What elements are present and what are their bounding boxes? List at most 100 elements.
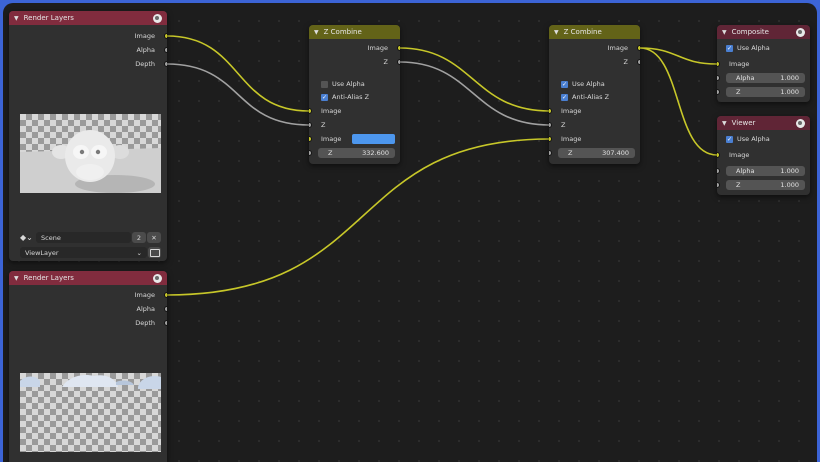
folder-icon[interactable] xyxy=(148,247,161,258)
chevron-down-icon[interactable]: ▼ xyxy=(14,275,19,282)
image-input-socket[interactable] xyxy=(309,136,312,142)
z-input-socket[interactable] xyxy=(549,122,552,128)
link-zc1-z-to-zc2-z[interactable] xyxy=(399,61,550,126)
checkbox[interactable]: ✓ xyxy=(726,135,733,143)
alpha-input-socket[interactable] xyxy=(717,168,720,174)
depth-output-socket[interactable] xyxy=(164,320,167,326)
image-input-socket[interactable] xyxy=(549,108,552,114)
chevron-down-icon[interactable]: ▼ xyxy=(554,29,559,36)
field-label: Z xyxy=(568,149,573,157)
z-input-socket[interactable] xyxy=(717,89,720,95)
chevron-down-icon[interactable]: ▼ xyxy=(722,29,727,36)
z-input-socket[interactable] xyxy=(309,122,312,128)
socket-label: Image xyxy=(729,151,750,159)
scene-name: Scene xyxy=(41,233,61,242)
output-alpha: Alpha xyxy=(9,303,167,315)
checkbox-label: Use Alpha xyxy=(737,135,770,143)
scene-users-count[interactable]: 2 xyxy=(132,232,146,243)
z-value-input-socket[interactable] xyxy=(309,150,312,156)
render-layers-node-1[interactable]: ▼ Render Layers Image Alpha Depth ◆⌄ Sce… xyxy=(9,11,167,261)
z-output-socket[interactable] xyxy=(397,59,400,65)
use-alpha-checkbox[interactable]: Use Alpha xyxy=(309,78,400,90)
composite-node[interactable]: ▼ Composite ✓ Use Alpha Image Alpha 1.00… xyxy=(717,25,810,102)
render-layers-node-2[interactable]: ▼ Render Layers Image Alpha Depth xyxy=(9,271,167,462)
z-value-field[interactable]: Z 332.600 xyxy=(318,148,395,158)
checkbox[interactable]: ✓ xyxy=(561,80,568,88)
users-count: 2 xyxy=(136,233,142,242)
globe-icon[interactable] xyxy=(796,27,805,37)
image-output-socket[interactable] xyxy=(164,292,167,298)
socket-label: Image xyxy=(134,291,155,299)
socket-label: Z xyxy=(383,58,388,66)
output-z: Z xyxy=(549,56,640,68)
node-title: Z Combine xyxy=(563,28,602,36)
alpha-input-socket[interactable] xyxy=(717,75,720,81)
close-icon[interactable]: ✕ xyxy=(147,232,161,243)
output-z: Z xyxy=(309,56,400,68)
globe-icon[interactable] xyxy=(153,273,162,283)
socket-label: Image xyxy=(729,60,750,68)
z-value-input-socket[interactable] xyxy=(549,150,552,156)
node-header[interactable]: ▼ Render Layers xyxy=(9,271,167,285)
checkbox[interactable] xyxy=(321,80,328,88)
image-input-socket[interactable] xyxy=(549,136,552,142)
socket-label: Image xyxy=(134,32,155,40)
alpha-value-field[interactable]: Alpha 1.000 xyxy=(726,73,805,83)
chevron-down-icon[interactable]: ▼ xyxy=(314,29,319,36)
node-header[interactable]: ▼ Composite xyxy=(717,25,810,39)
z-output-socket[interactable] xyxy=(637,59,640,65)
image-output-socket[interactable] xyxy=(637,45,640,51)
input-image-2: Image xyxy=(549,133,640,145)
checkbox[interactable]: ✓ xyxy=(321,93,328,101)
output-depth: Depth xyxy=(9,58,167,70)
image-color-swatch[interactable] xyxy=(352,134,395,144)
z-combine-node-2[interactable]: ▼ Z Combine Image Z ✓ Use Alpha ✓ Anti-A… xyxy=(549,25,640,164)
chevron-down-icon[interactable]: ▼ xyxy=(14,15,19,22)
use-alpha-checkbox[interactable]: ✓ Use Alpha xyxy=(717,42,810,54)
z-value-field[interactable]: Z 1.000 xyxy=(726,180,805,190)
image-input-socket[interactable] xyxy=(717,152,720,158)
z-combine-node-1[interactable]: ▼ Z Combine Image Z Use Alpha ✓ Anti-Ali… xyxy=(309,25,400,164)
z-input-socket[interactable] xyxy=(717,182,720,188)
chevron-down-icon[interactable]: ▼ xyxy=(722,120,727,127)
node-editor-canvas[interactable]: ▼ Render Layers Image Alpha Depth ◆⌄ Sce… xyxy=(3,3,817,462)
render-preview-image xyxy=(20,373,161,452)
field-label: Z xyxy=(736,88,741,96)
checkbox-label: Use Alpha xyxy=(737,44,770,52)
anti-alias-z-checkbox[interactable]: ✓ Anti-Alias Z xyxy=(309,91,400,103)
input-image-1: Image xyxy=(309,105,400,117)
use-alpha-checkbox[interactable]: ✓ Use Alpha xyxy=(717,133,810,145)
socket-label: Image xyxy=(321,135,342,143)
node-header[interactable]: ▼ Render Layers xyxy=(9,11,167,25)
image-output-socket[interactable] xyxy=(164,33,167,39)
node-header[interactable]: ▼ Viewer xyxy=(717,116,810,130)
scene-icon[interactable]: ◆⌄ xyxy=(20,233,33,242)
globe-icon[interactable] xyxy=(796,118,805,128)
socket-label: Image xyxy=(561,107,582,115)
globe-icon[interactable] xyxy=(153,13,162,23)
alpha-output-socket[interactable] xyxy=(164,47,167,53)
anti-alias-z-checkbox[interactable]: ✓ Anti-Alias Z xyxy=(549,91,640,103)
z-value-field[interactable]: Z 1.000 xyxy=(726,87,805,97)
field-label: Z xyxy=(736,181,741,189)
z-value-field[interactable]: Z 307.400 xyxy=(558,148,635,158)
image-input-socket[interactable] xyxy=(309,108,312,114)
checkbox[interactable]: ✓ xyxy=(726,44,733,52)
node-header[interactable]: ▼ Z Combine xyxy=(309,25,400,39)
image-output-socket[interactable] xyxy=(397,45,400,51)
link-zc1-image-to-zc2-image[interactable] xyxy=(399,47,550,112)
link-rl1-image-to-zc1-image[interactable] xyxy=(166,35,310,112)
alpha-value-field[interactable]: Alpha 1.000 xyxy=(726,166,805,176)
node-header[interactable]: ▼ Z Combine xyxy=(549,25,640,39)
field-label: Z xyxy=(328,149,333,157)
view-layer-dropdown[interactable]: ViewLayer ⌄ xyxy=(20,247,147,258)
use-alpha-checkbox[interactable]: ✓ Use Alpha xyxy=(549,78,640,90)
checkbox[interactable]: ✓ xyxy=(561,93,568,101)
viewer-node[interactable]: ▼ Viewer ✓ Use Alpha Image Alpha 1.000 Z… xyxy=(717,116,810,195)
depth-output-socket[interactable] xyxy=(164,61,167,67)
scene-field[interactable]: Scene xyxy=(36,232,131,243)
view-layer-name: ViewLayer xyxy=(25,248,59,257)
alpha-output-socket[interactable] xyxy=(164,306,167,312)
image-input-socket[interactable] xyxy=(717,61,720,67)
socket-label: Z xyxy=(561,121,566,129)
